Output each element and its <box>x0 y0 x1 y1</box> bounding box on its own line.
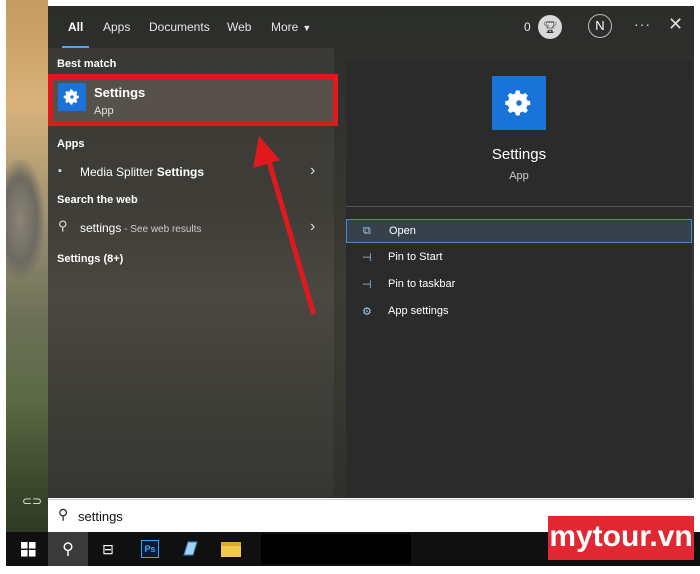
settings-gear-icon <box>58 83 86 111</box>
taskbar-search-button[interactable]: ⚲ <box>48 532 88 566</box>
action-pin-to-taskbar[interactable]: ⊣ Pin to taskbar <box>346 273 692 297</box>
settings-gear-icon <box>492 76 546 130</box>
trophy-icon[interactable]: 🏆︎ <box>538 15 562 39</box>
gear-icon: ⚙ <box>362 306 372 318</box>
result-label: Media Splitter Settings <box>80 165 205 179</box>
chevron-right-icon[interactable]: › <box>310 162 315 180</box>
close-icon[interactable]: ✕ <box>668 14 683 35</box>
chevron-down-icon: ▼ <box>302 23 312 33</box>
photoshop-icon: Ps <box>141 540 159 558</box>
best-match-heading: Best match <box>57 58 117 70</box>
desktop-wallpaper: ⊂⊃ <box>0 0 48 532</box>
results-pane: Best match Settings App Apps ▪ Media Spl… <box>48 48 338 498</box>
app-icon: ▪ <box>58 165 62 177</box>
action-open[interactable]: ⧉ Open <box>346 219 692 243</box>
action-app-settings[interactable]: ⚙ App settings <box>346 300 692 324</box>
bottom-border <box>0 566 700 574</box>
search-icon: ⚲ <box>62 541 74 558</box>
detail-subtitle: App <box>509 170 529 182</box>
redacted-region <box>261 534 411 564</box>
task-view-button[interactable]: ⊟ <box>88 532 128 566</box>
result-media-splitter[interactable]: ▪ Media Splitter Settings › <box>48 159 334 185</box>
result-label: settings - See web results <box>80 221 202 235</box>
apps-heading: Apps <box>57 138 85 150</box>
tab-documents[interactable]: Documents <box>149 20 210 48</box>
search-icon: ⚲ <box>58 506 69 522</box>
tab-web[interactable]: Web <box>227 20 251 48</box>
chevron-right-icon[interactable]: › <box>310 218 315 236</box>
search-web-heading: Search the web <box>57 194 138 206</box>
left-border <box>0 0 6 574</box>
divider <box>346 206 692 207</box>
detail-title: Settings <box>491 146 547 163</box>
windows-logo-icon <box>20 541 36 557</box>
link-icon[interactable]: ⊂⊃ <box>22 494 42 508</box>
watermark-logo: mytour.vn <box>548 516 694 560</box>
windows-start-button[interactable] <box>8 532 48 566</box>
start-search-panel: Best match Settings App Apps ▪ Media Spl… <box>48 6 694 498</box>
tab-apps[interactable]: Apps <box>103 20 130 48</box>
pin-icon: ⊣ <box>362 279 372 291</box>
detail-pane: Settings App ⧉ Open ⊣ Pin to Start ⊣ Pin… <box>346 60 692 498</box>
filter-tabs: All Apps Documents Web More ▼ 0 🏆︎ N ··· … <box>48 6 694 48</box>
action-label: Pin to taskbar <box>388 278 456 290</box>
wallpaper-rock <box>4 160 44 280</box>
action-pin-to-start[interactable]: ⊣ Pin to Start <box>346 246 692 270</box>
photoshop-taskbar-item[interactable]: Ps <box>130 532 170 566</box>
action-label: App settings <box>388 305 449 317</box>
more-options-icon[interactable]: ··· <box>634 16 651 32</box>
tab-more[interactable]: More ▼ <box>271 20 311 48</box>
avatar[interactable]: N <box>588 14 612 38</box>
app-taskbar-item[interactable] <box>170 532 210 566</box>
open-icon: ⧉ <box>363 225 371 237</box>
result-web-search[interactable]: ⚲ settings - See web results › <box>48 215 334 241</box>
rewards-count: 0 <box>524 20 531 34</box>
action-label: Open <box>389 225 416 237</box>
folder-icon <box>221 541 241 557</box>
task-view-icon: ⊟ <box>102 540 114 557</box>
best-match-subtitle: App <box>94 105 114 117</box>
settings-more-heading[interactable]: Settings (8+) <box>57 253 123 265</box>
tab-all[interactable]: All <box>61 20 90 48</box>
action-label: Pin to Start <box>388 251 443 263</box>
best-match-settings-item[interactable]: Settings App <box>48 74 338 126</box>
best-match-title: Settings <box>94 85 146 100</box>
pin-icon: ⊣ <box>362 252 372 264</box>
right-border <box>694 0 700 532</box>
app-icon <box>183 541 198 556</box>
file-explorer-taskbar-item[interactable] <box>211 532 251 566</box>
search-icon: ⚲ <box>58 218 68 233</box>
search-input[interactable] <box>78 506 548 526</box>
